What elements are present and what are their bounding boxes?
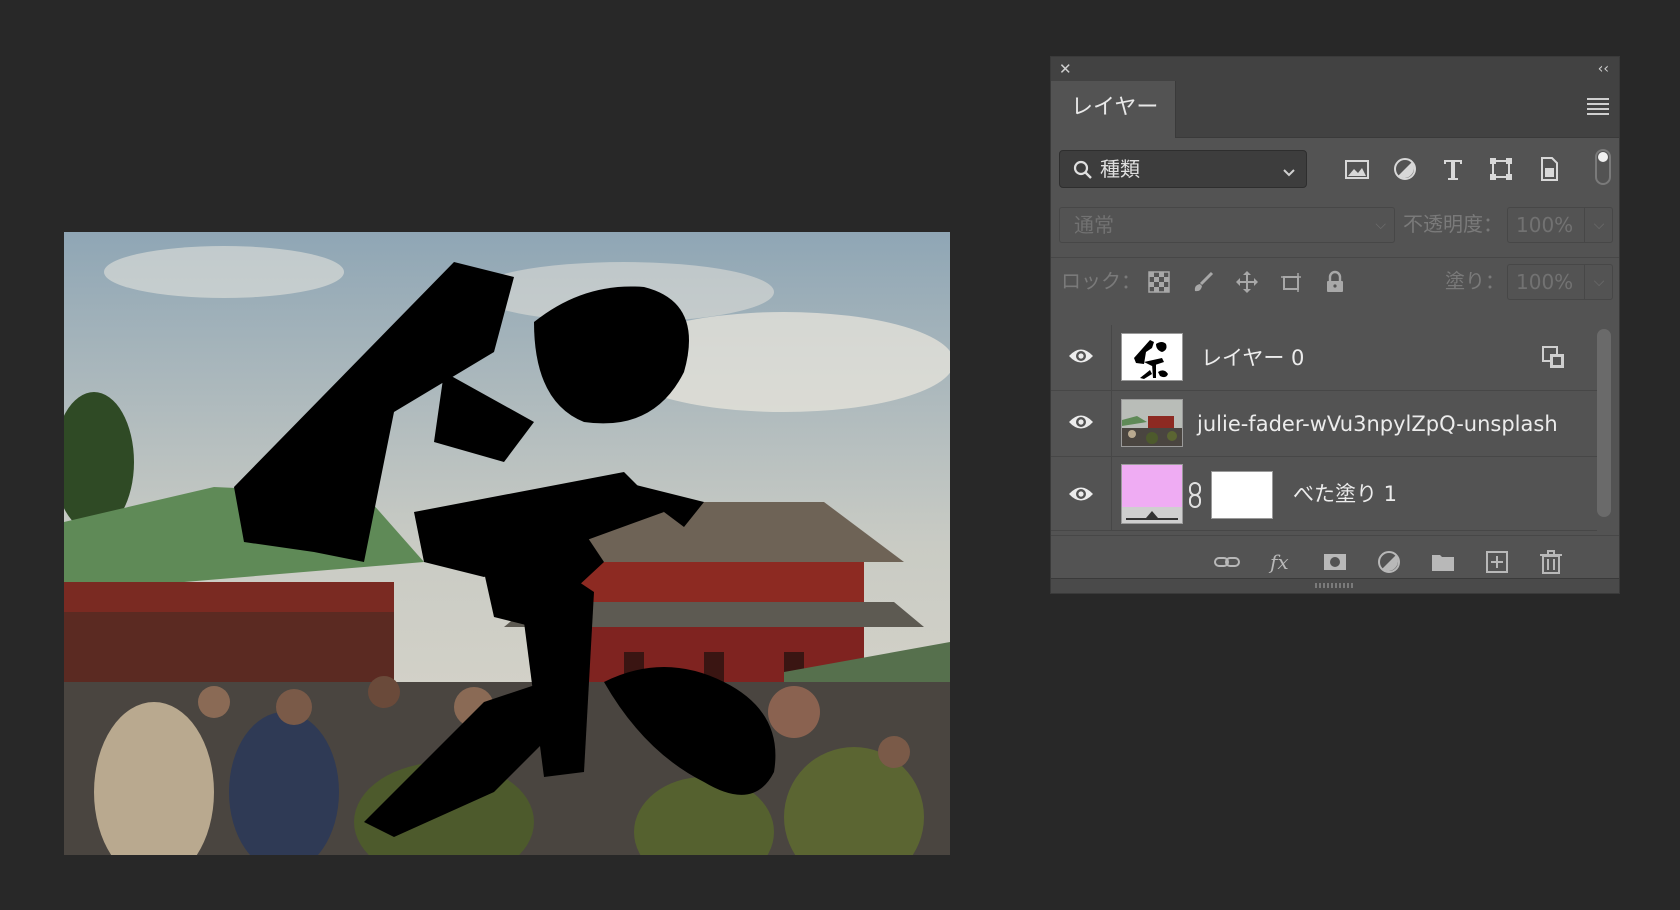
- mask-icon[interactable]: [1321, 548, 1351, 578]
- collapse-icon[interactable]: ‹‹: [1598, 59, 1609, 79]
- trash-icon[interactable]: [1537, 548, 1567, 578]
- layer-name: レイヤー 0: [1201, 346, 1305, 370]
- filter-toggle-switch[interactable]: [1595, 149, 1611, 185]
- new-adjustment-icon[interactable]: [1375, 548, 1405, 578]
- chevron-down-icon[interactable]: ⌵: [1584, 265, 1613, 299]
- divider: [1111, 325, 1112, 390]
- divider: [1111, 457, 1112, 530]
- link-chain-icon[interactable]: [1187, 481, 1203, 513]
- layers-panel: ✕ ‹‹ レイヤー 種類 通常 ⌵ 不透明度： 100% ⌵ ロック： 塗り： …: [1050, 56, 1620, 594]
- blend-mode-dropdown[interactable]: 通常 ⌵: [1059, 207, 1395, 243]
- lock-icon[interactable]: [1323, 270, 1349, 296]
- lock-label: ロック：: [1061, 269, 1141, 293]
- new-layer-icon[interactable]: [1483, 548, 1513, 578]
- brush-icon[interactable]: [1191, 270, 1217, 296]
- layer-row[interactable]: レイヤー 0: [1051, 325, 1597, 391]
- opacity-field[interactable]: 100% ⌵: [1507, 207, 1613, 243]
- image-icon[interactable]: [1343, 155, 1373, 185]
- eye-icon[interactable]: [1067, 411, 1095, 433]
- eye-icon[interactable]: [1067, 345, 1095, 367]
- canvas-image: [64, 232, 950, 855]
- smart-object-badge-icon: [1541, 345, 1567, 375]
- chevron-down-icon: [1282, 163, 1296, 182]
- layer-name: べた塗り 1: [1293, 482, 1398, 506]
- move-icon[interactable]: [1235, 270, 1261, 296]
- chevron-down-icon[interactable]: ⌵: [1584, 208, 1613, 242]
- blend-mode-row: 通常 ⌵ 不透明度： 100% ⌵: [1051, 203, 1619, 249]
- layer-name: julie-fader-wVu3npylZpQ-unsplash: [1197, 412, 1558, 436]
- fill-label: 塗り：: [1445, 269, 1505, 293]
- layer-thumbnail: [1121, 399, 1183, 447]
- blend-mode-value: 通常: [1074, 213, 1114, 237]
- fill-value: 100%: [1516, 270, 1574, 294]
- layer-row[interactable]: べた塗り 1: [1051, 457, 1597, 531]
- checkerboard-icon[interactable]: [1147, 270, 1173, 296]
- filter-kind-dropdown[interactable]: 種類: [1059, 150, 1307, 188]
- fill-color-thumbnail[interactable]: [1121, 464, 1183, 524]
- type-icon[interactable]: [1439, 155, 1469, 185]
- layer-mask-thumbnail[interactable]: [1211, 471, 1273, 519]
- smart-object-icon[interactable]: [1535, 155, 1565, 185]
- folder-icon[interactable]: [1429, 548, 1459, 578]
- link-icon[interactable]: [1213, 548, 1243, 578]
- layer-thumbnail: [1121, 333, 1183, 381]
- opacity-value: 100%: [1516, 213, 1574, 237]
- filter-kind-label: 種類: [1100, 157, 1140, 181]
- panel-resize-strip[interactable]: [1051, 578, 1619, 593]
- layer-filter-row: 種類: [1051, 139, 1619, 197]
- shape-icon[interactable]: [1487, 155, 1517, 185]
- document-canvas[interactable]: [64, 232, 950, 855]
- opacity-label: 不透明度：: [1403, 212, 1503, 236]
- adjustment-icon[interactable]: [1391, 155, 1421, 185]
- divider: [1111, 391, 1112, 456]
- search-icon: [1072, 159, 1094, 185]
- close-icon[interactable]: ✕: [1059, 59, 1072, 79]
- fill-field[interactable]: 100% ⌵: [1507, 264, 1613, 300]
- tab-layers[interactable]: レイヤー: [1051, 81, 1176, 138]
- chevron-down-icon: ⌵: [1375, 217, 1386, 233]
- panel-menu-icon[interactable]: [1587, 95, 1609, 118]
- fx-icon[interactable]: fx: [1267, 548, 1297, 578]
- resize-grip[interactable]: [1315, 583, 1355, 588]
- panel-tab-bar: レイヤー: [1051, 81, 1619, 138]
- layer-list-scrollbar[interactable]: [1597, 329, 1611, 517]
- layer-row[interactable]: julie-fader-wVu3npylZpQ-unsplash: [1051, 391, 1597, 457]
- artboard-icon[interactable]: [1279, 270, 1305, 296]
- lock-row: ロック： 塗り： 100% ⌵: [1051, 257, 1619, 304]
- svg-text:fx: fx: [1268, 550, 1289, 574]
- panel-title-bar: ✕ ‹‹: [1051, 57, 1619, 81]
- eye-icon[interactable]: [1067, 483, 1095, 505]
